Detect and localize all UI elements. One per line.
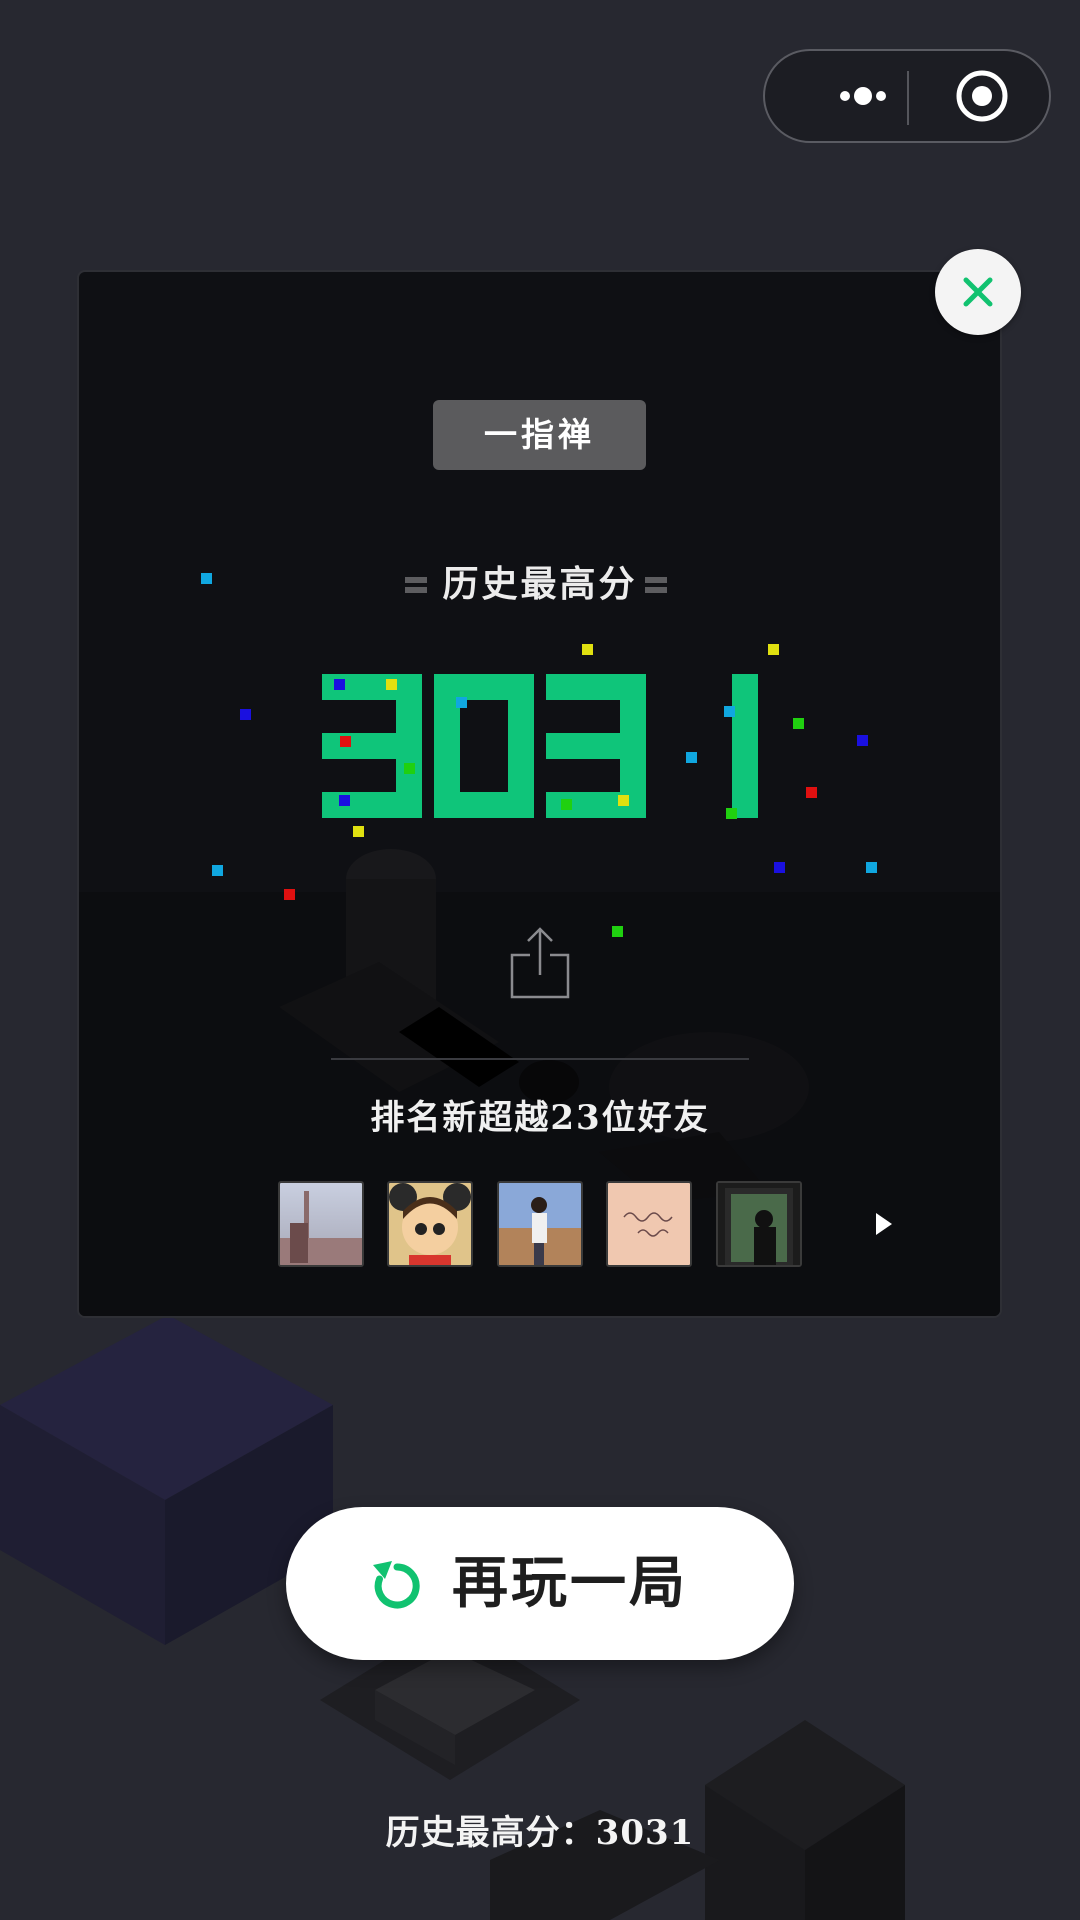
friend-avatar[interactable] — [606, 1181, 692, 1267]
best-score-heading: 历史最高分 — [400, 556, 680, 612]
friend-avatar[interactable] — [278, 1181, 364, 1267]
friend-avatar[interactable] — [387, 1181, 473, 1267]
more-dots-icon[interactable] — [805, 51, 911, 141]
footer-best-score: 历史最高分：3031 — [385, 1813, 695, 1853]
score-display — [322, 674, 758, 818]
avatar-tower-photo — [280, 1183, 362, 1265]
heading-dash-right — [645, 587, 667, 593]
avatar-silhouette-window — [718, 1183, 800, 1265]
close-button[interactable] — [935, 249, 1021, 335]
share-icon — [510, 927, 570, 999]
score-digit — [546, 674, 646, 818]
friend-avatar[interactable] — [497, 1181, 583, 1267]
heading-dash-right — [645, 577, 667, 583]
avatar-cartoon-boy — [389, 1183, 471, 1265]
divider — [331, 1058, 749, 1060]
close-icon — [963, 277, 993, 307]
share-button[interactable] — [508, 925, 572, 1001]
replay-button[interactable]: 再玩一局 — [286, 1507, 794, 1660]
avatar-handwriting — [608, 1183, 690, 1265]
avatar-girl-desert — [499, 1183, 581, 1265]
capsule-divider — [907, 71, 909, 125]
score-digit — [434, 674, 534, 818]
mini-program-capsule — [763, 49, 1051, 143]
game-title-tag: 一指禅 — [433, 400, 646, 470]
rank-surpass-text: 排名新超越23位好友 — [370, 1098, 710, 1138]
replay-label: 再玩一局 — [452, 1551, 688, 1616]
score-digit — [732, 674, 758, 818]
play-next-icon — [876, 1213, 892, 1235]
replay-icon — [373, 1561, 420, 1609]
best-score-label: 历史最高分 — [442, 563, 638, 605]
target-icon[interactable] — [955, 69, 1009, 123]
friend-avatar[interactable] — [716, 1181, 802, 1267]
next-friends-button[interactable] — [866, 1207, 900, 1241]
score-digit — [322, 674, 422, 818]
